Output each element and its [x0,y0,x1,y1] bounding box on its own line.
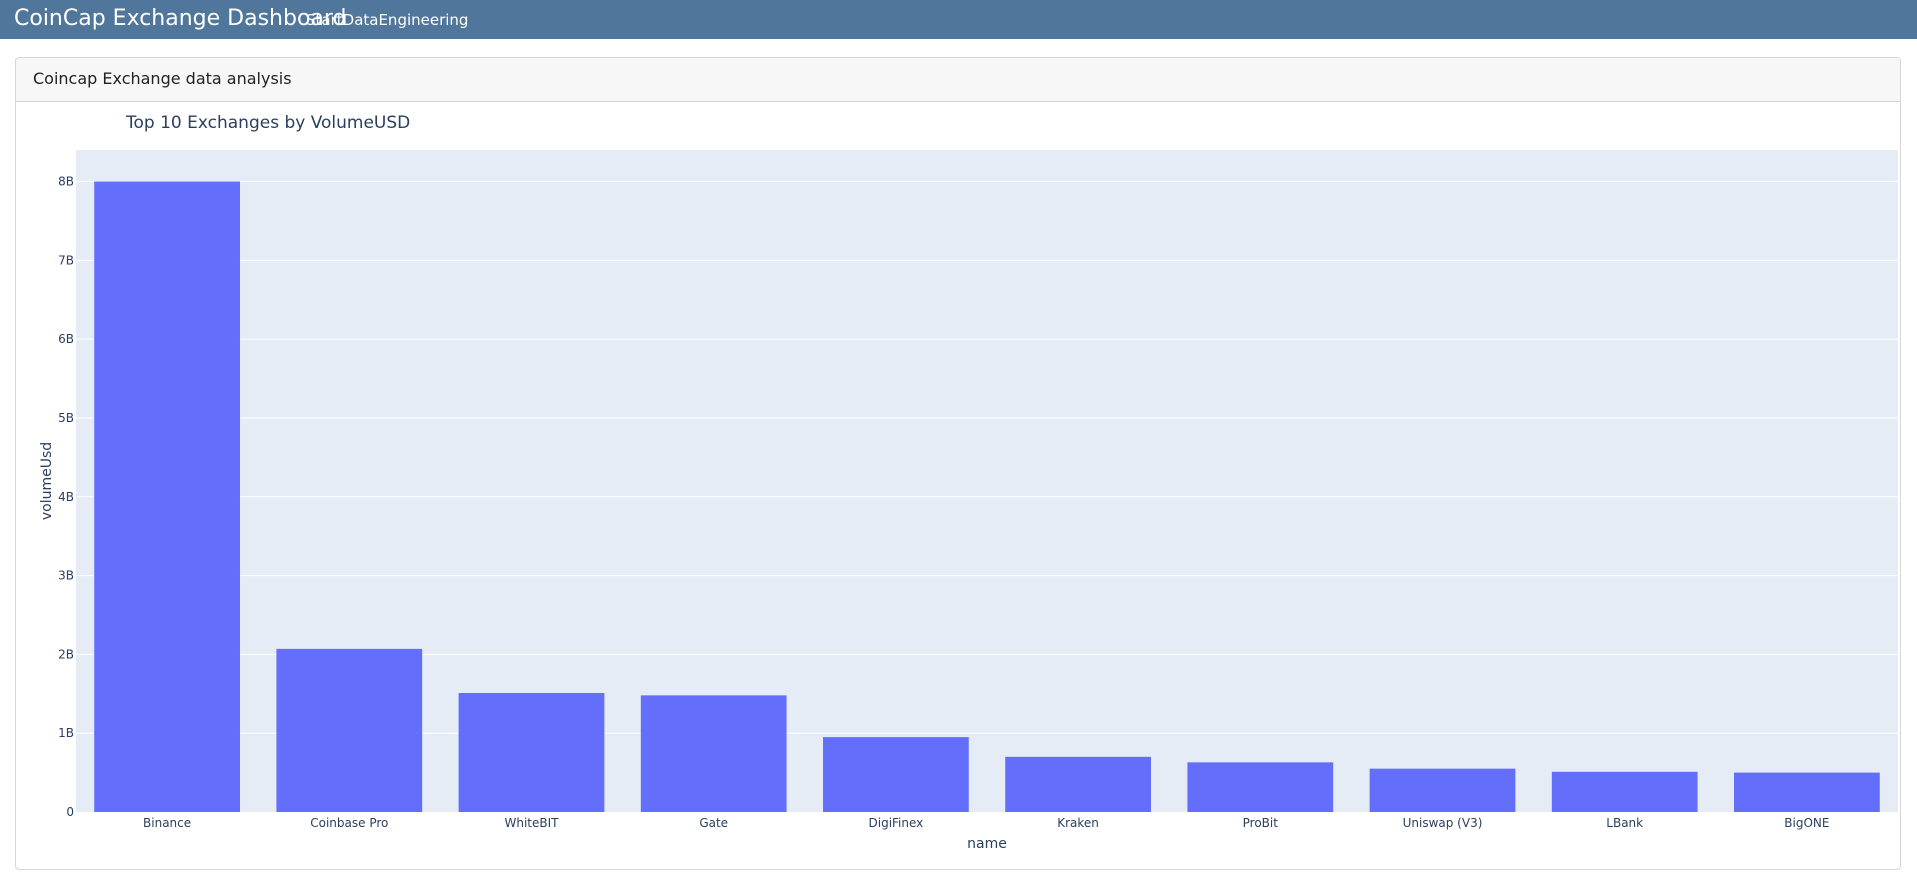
x-tick-label: Uniswap (V3) [1403,816,1483,830]
x-axis-title: name [967,836,1007,852]
bar-digifinex[interactable] [823,737,969,812]
bar-uniswap-v3[interactable] [1369,768,1516,812]
bar-chart: Top 10 Exchanges by VolumeUSD 0 1B 2B 3B 4B 5… [39,113,1898,852]
y-tick-label: 3B [58,569,74,583]
x-tick-label: Binance [143,816,191,830]
bar-probit[interactable] [1187,762,1334,812]
x-axis-ticks: Binance Coinbase Pro WhiteBIT Gate DigiFinex… [143,816,1829,830]
y-tick-label: 6B [58,332,74,346]
app-subtitle: StartDataEngineering [306,11,469,29]
x-tick-label: LBank [1606,816,1643,830]
bar-bigone[interactable] [1734,772,1880,812]
y-tick-label: 4B [58,490,74,504]
app-title: CoinCap Exchange Dashboard [14,6,347,31]
x-tick-label: Kraken [1057,816,1099,830]
x-tick-label: DigiFinex [869,816,924,830]
y-tick-label: 1B [58,726,74,740]
x-tick-label: BigONE [1784,816,1829,830]
bar-lbank[interactable] [1551,771,1698,812]
y-tick-label: 8B [58,175,74,189]
top-navbar: CoinCap Exchange Dashboard StartDataEngi… [0,0,1917,39]
x-tick-label: ProBit [1243,816,1279,830]
y-axis-title: volumeUsd [39,442,55,520]
y-tick-label: 0 [66,805,74,819]
y-tick-label: 7B [58,253,74,267]
y-tick-label: 5B [58,411,74,425]
x-tick-label: Coinbase Pro [310,816,388,830]
analysis-card: Coincap Exchange data analysis Top 10 Ex… [15,57,1901,870]
bar-kraken[interactable] [1005,756,1151,812]
x-tick-label: WhiteBIT [505,816,560,830]
bar-whitebit[interactable] [458,692,605,812]
chart-title: Top 10 Exchanges by VolumeUSD [125,113,410,133]
bar-coinbase-pro[interactable] [276,648,423,812]
y-axis-ticks: 0 1B 2B 3B 4B 5B 6B 7B 8B [58,175,74,819]
y-tick-label: 2B [58,647,74,661]
bar-gate[interactable] [640,695,787,812]
x-tick-label: Gate [699,816,728,830]
bar-binance[interactable] [94,181,240,812]
